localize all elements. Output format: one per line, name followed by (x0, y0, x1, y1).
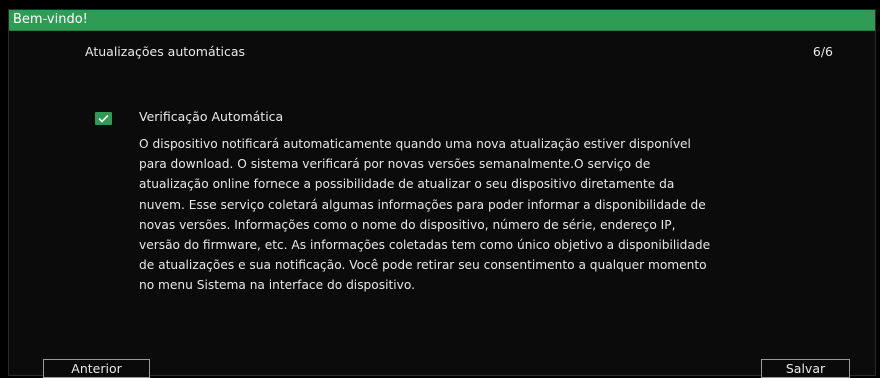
auto-check-label: Verificação Automática (139, 109, 284, 124)
wizard-window: Bem-vindo! Atualizações automáticas 6/6 … (8, 9, 876, 378)
step-indicator: 6/6 (812, 44, 833, 59)
auto-check-checkbox[interactable] (95, 112, 112, 125)
previous-button[interactable]: Anterior (43, 359, 150, 378)
checkmark-icon (98, 114, 109, 123)
description-text: O dispositivo notificará automaticamente… (139, 137, 711, 293)
page-title: Atualizações automáticas (85, 44, 246, 59)
save-button[interactable]: Salvar (761, 359, 850, 378)
window-title: Bem-vindo! (13, 12, 88, 27)
title-bar[interactable]: Bem-vindo! (9, 10, 875, 31)
